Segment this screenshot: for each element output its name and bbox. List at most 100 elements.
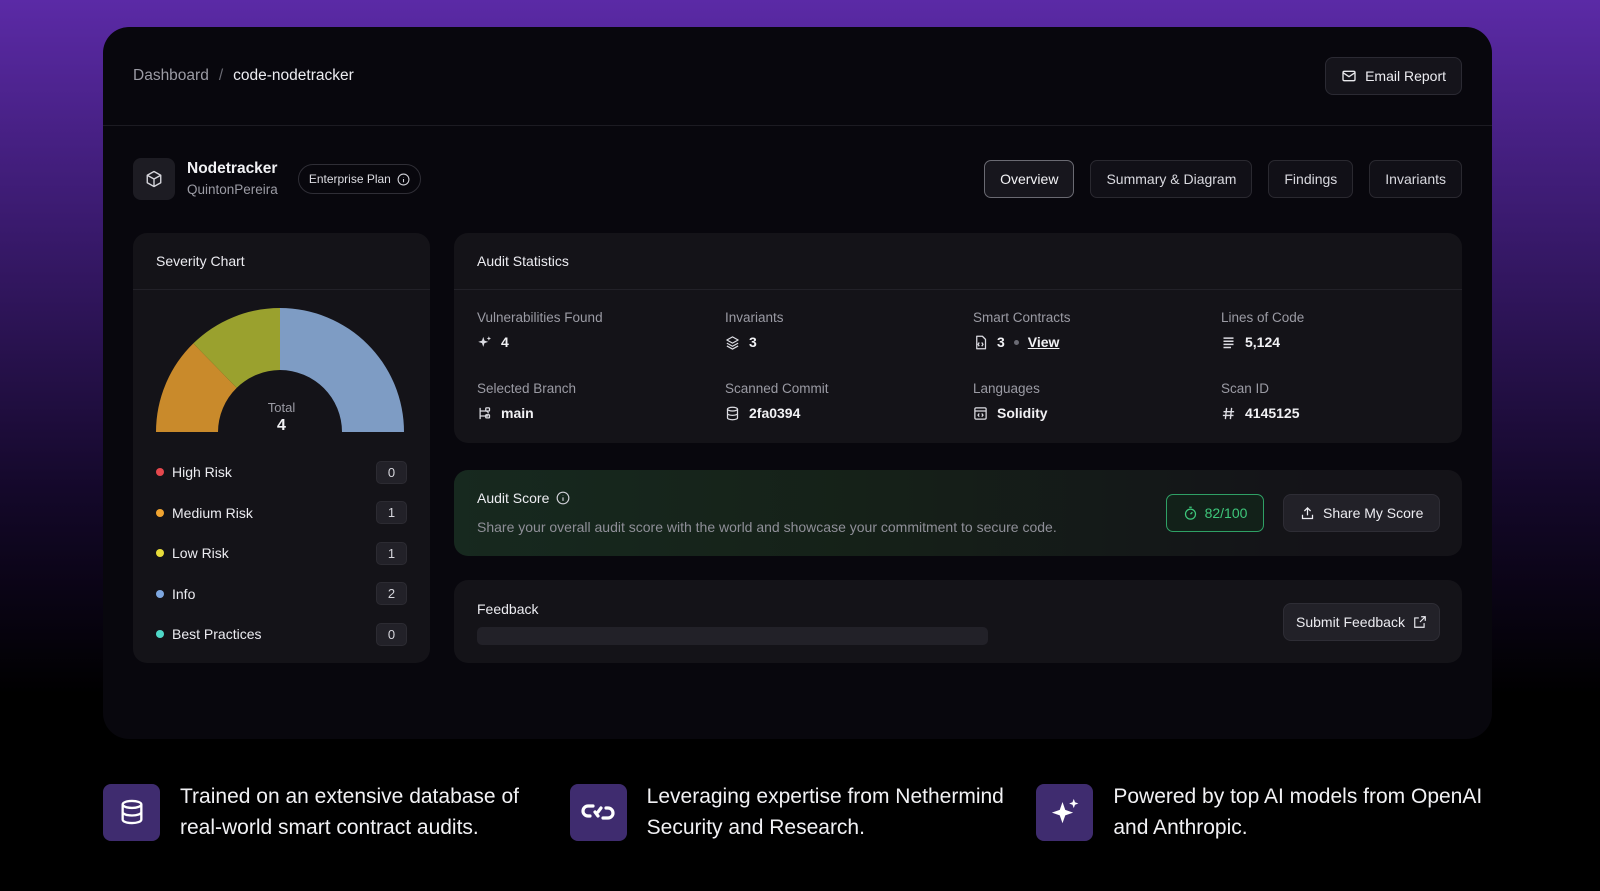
stat-commit: Scanned Commit 2fa0394: [725, 381, 973, 438]
project-bar: Nodetracker QuintonPereira Enterprise Pl…: [133, 157, 1462, 201]
breadcrumb-separator: /: [218, 67, 224, 84]
feature-item: Leveraging expertise from Nethermind Sec…: [569, 783, 1037, 841]
high-risk-dot: [156, 468, 164, 477]
top-bar: Dashboard / code-nodetracker Email Repor…: [103, 27, 1492, 126]
branch-icon: [479, 406, 491, 419]
severity-chart-title: Severity Chart: [133, 233, 430, 290]
severity-label: Medium Risk: [172, 504, 253, 521]
stat-label: Scanned Commit: [725, 381, 829, 396]
severity-row-medium: Medium Risk 1: [156, 493, 407, 534]
low-risk-dot: [156, 549, 164, 558]
best-practices-dot: [156, 630, 164, 639]
code-window-icon: [974, 406, 987, 420]
mail-icon: [1342, 70, 1356, 82]
info-icon[interactable]: [556, 491, 570, 505]
audit-statistics-title: Audit Statistics: [454, 233, 1462, 290]
breadcrumb-dashboard-link[interactable]: Dashboard: [133, 67, 209, 85]
severity-gauge: Total 4: [133, 290, 430, 450]
stat-value: 5,124: [1245, 334, 1281, 350]
view-contracts-link[interactable]: View: [1028, 334, 1060, 350]
gauge-icon: [1184, 506, 1196, 520]
database-icon: [726, 406, 739, 420]
gauge-total-value: 4: [277, 417, 286, 434]
feature-item: Trained on an extensive database of real…: [103, 783, 570, 841]
stat-value: Solidity: [997, 405, 1048, 421]
feedback-input-placeholder[interactable]: [477, 627, 988, 645]
severity-label: Info: [172, 585, 196, 602]
severity-label: Best Practices: [172, 626, 262, 643]
stat-label: Languages: [973, 381, 1040, 396]
info-icon: [397, 173, 410, 185]
stat-label: Invariants: [725, 310, 784, 325]
severity-row-high: High Risk 0: [156, 452, 407, 493]
stat-value: 2fa0394: [749, 405, 801, 421]
severity-count: 0: [376, 460, 407, 484]
severity-chart-card: Severity Chart Total 4 High Risk 0 Mediu…: [133, 233, 430, 663]
layers-icon: [726, 335, 739, 350]
feature-text: Powered by top AI models from OpenAI and…: [1113, 785, 1483, 839]
bullet-separator: [1013, 339, 1019, 345]
stat-value: 3: [997, 334, 1005, 350]
nethermind-logo-icon: [569, 783, 627, 841]
severity-count: 0: [376, 622, 407, 646]
stat-value: 4: [501, 334, 509, 350]
tab-summary-diagram[interactable]: Summary & Diagram: [1090, 160, 1253, 198]
stat-value: main: [501, 405, 534, 421]
tab-invariants[interactable]: Invariants: [1369, 160, 1462, 198]
plan-badge[interactable]: Enterprise Plan: [297, 164, 421, 194]
app-window: Dashboard / code-nodetracker Email Repor…: [103, 27, 1492, 739]
severity-row-low: Low Risk 1: [156, 533, 407, 574]
stat-invariants: Invariants 3: [725, 310, 973, 367]
submit-feedback-button[interactable]: Submit Feedback: [1283, 603, 1440, 641]
score-badge: 82/100: [1166, 494, 1264, 532]
audit-statistics-card: Audit Statistics Vulnerabilities Found 4…: [454, 233, 1462, 443]
share-score-label: Share My Score: [1323, 505, 1424, 521]
score-value: 82/100: [1204, 505, 1248, 521]
severity-legend: High Risk 0 Medium Risk 1 Low Risk 1 Inf…: [133, 452, 430, 655]
email-report-label: Email Report: [1365, 68, 1446, 84]
ai-sparkle-icon: [1036, 783, 1094, 841]
submit-feedback-label: Submit Feedback: [1296, 614, 1405, 630]
stat-smart-contracts: Smart Contracts 3 View: [973, 310, 1221, 367]
stat-label: Selected Branch: [477, 381, 577, 396]
share-score-button[interactable]: Share My Score: [1283, 494, 1441, 532]
severity-label: High Risk: [172, 464, 232, 481]
database-stack-icon: [103, 783, 160, 841]
external-link-icon: [1414, 616, 1426, 628]
stat-lines-of-code: Lines of Code 5,124: [1221, 310, 1462, 367]
hash-icon: [1222, 407, 1235, 419]
tab-findings[interactable]: Findings: [1268, 160, 1354, 198]
contract-file-icon: [976, 335, 987, 349]
audit-score-card: Audit Score Share your overall audit sco…: [454, 470, 1462, 556]
severity-row-best-practices: Best Practices 0: [156, 614, 407, 655]
stat-branch: Selected Branch main: [477, 381, 725, 438]
cube-icon: [133, 158, 175, 200]
info-dot: [156, 589, 164, 598]
project-owner: QuintonPereira: [187, 182, 278, 198]
severity-count: 2: [376, 582, 407, 606]
feedback-title: Feedback: [477, 601, 539, 617]
feature-text: Trained on an extensive database of real…: [180, 785, 519, 839]
stat-label: Vulnerabilities Found: [477, 310, 603, 325]
audit-score-description: Share your overall audit score with the …: [477, 519, 1057, 535]
stat-value: 4145125: [1245, 405, 1300, 421]
feedback-card: Feedback Submit Feedback: [454, 580, 1462, 663]
upload-share-icon: [1301, 506, 1314, 519]
tab-bar: Overview Summary & Diagram Findings Inva…: [984, 160, 1462, 198]
plan-label: Enterprise Plan: [308, 172, 391, 186]
audit-score-title: Audit Score: [477, 490, 550, 506]
feature-text: Leveraging expertise from Nethermind Sec…: [646, 785, 1004, 839]
stat-scan-id: Scan ID 4145125: [1221, 381, 1462, 438]
gauge-total-label: Total: [267, 400, 296, 415]
medium-risk-dot: [156, 508, 164, 517]
sparkle-icon: [478, 335, 492, 347]
email-report-button[interactable]: Email Report: [1325, 57, 1462, 95]
lines-icon: [1223, 336, 1234, 348]
severity-row-info: Info 2: [156, 574, 407, 615]
severity-count: 1: [376, 541, 407, 565]
feature-item: Powered by top AI models from OpenAI and…: [1036, 783, 1503, 841]
severity-count: 1: [376, 501, 407, 525]
stat-label: Scan ID: [1221, 381, 1270, 396]
tab-overview[interactable]: Overview: [984, 160, 1075, 198]
severity-label: Low Risk: [172, 545, 229, 562]
